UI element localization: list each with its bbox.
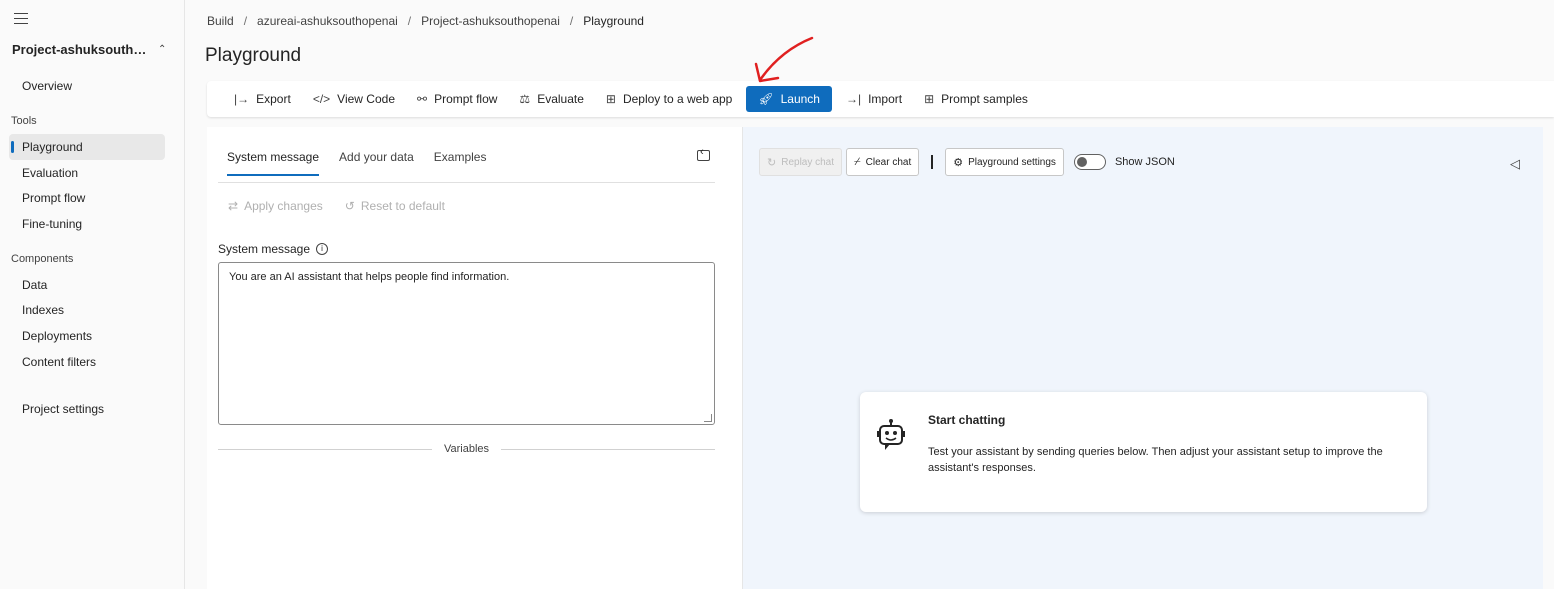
prompt-samples-button[interactable]: ⊞ Prompt samples [916,86,1036,112]
show-json-label: Show JSON [1114,156,1175,168]
setup-actions: ⇄ Apply changes ↺ Reset to default [228,199,467,213]
breadcrumb-hub[interactable]: azureai-ashuksouthopenai [257,14,398,28]
start-chatting-card: Start chatting Test your assistant by se… [860,392,1427,512]
system-message-label: System message i [218,242,329,256]
setup-tabs: System message Add your data Examples [227,150,506,176]
breadcrumb-build[interactable]: Build [207,14,234,28]
left-nav-sidebar: Project-ashuksouthop... ⌃ Overview Tools… [0,0,185,589]
resize-handle-icon[interactable] [704,414,712,422]
import-button[interactable]: →| Import [838,86,910,112]
apply-changes-button[interactable]: ⇄ Apply changes [228,199,323,213]
prompt-flow-button[interactable]: ⚯ Prompt flow [409,86,505,112]
chevron-up-down-icon: ⌃ [158,43,167,55]
system-message-text: You are an AI assistant that helps peopl… [229,271,510,283]
rocket-icon: 🚀︎ [758,92,774,106]
export-icon: |→ [234,92,250,106]
evaluate-button[interactable]: ⚖ Evaluate [511,86,591,112]
clear-chat-button[interactable]: ⌿ Clear chat [846,148,920,176]
collapse-panel-icon[interactable] [697,146,710,161]
nav-section-components: Components [11,253,74,265]
project-name: Project-ashuksouthop... [12,41,152,57]
robot-icon [877,419,905,450]
nav-item-project-settings[interactable]: Project settings [9,396,165,422]
nav-item-deployments[interactable]: Deployments [9,323,165,349]
breadcrumb: Build / azureai-ashuksouthopenai / Proje… [207,14,644,28]
replay-icon: ↻ [767,156,777,169]
assistant-setup-panel: System message Add your data Examples ⇄A… [207,127,743,589]
playground-settings-button[interactable]: ⚙ Playground settings [945,148,1064,176]
broom-icon: ⌿ [854,155,861,168]
hamburger-menu-icon[interactable] [14,13,28,25]
gear-icon: ⚙ [953,156,964,169]
chat-toolbar: ↻ Replay chat ⌿ Clear chat ⚙ Playground set… [759,148,1175,176]
reset-default-button[interactable]: ↺ Reset to default [345,199,445,213]
scale-icon: ⚖ [519,92,531,106]
app-grid-icon: ⊞ [605,92,616,106]
system-message-textarea[interactable]: You are an AI assistant that helps peopl… [218,262,715,425]
variables-divider: Variables [218,443,716,455]
nav-item-indexes[interactable]: Indexes [9,297,165,323]
reset-icon: ↺ [344,199,355,213]
page-title: Playground [205,45,302,66]
show-json-toggle[interactable] [1073,154,1106,170]
swap-icon: ⇄ [228,199,239,213]
playground-toolbar: |→ Export </> View Code ⚯ Prompt flow ⚖ Eval… [207,81,1554,117]
tab-add-your-data[interactable]: Add your data [339,150,414,176]
nav-item-evaluation[interactable]: Evaluation [9,160,165,186]
breadcrumb-project[interactable]: Project-ashuksouthopenai [421,14,560,28]
breadcrumb-separator: / [569,14,574,28]
nav-item-overview[interactable]: Overview [9,73,165,99]
code-icon: </> [312,92,331,106]
nav-section-tools: Tools [11,115,37,127]
annotation-arrow-icon [754,36,814,83]
view-code-button[interactable]: </> View Code [305,86,403,112]
flow-icon: ⚯ [417,92,428,106]
import-icon: →| [845,92,862,106]
info-icon[interactable]: i [316,243,329,255]
nav-item-playground[interactable]: Playground [9,134,165,160]
samples-grid-icon: ⊞ [924,92,935,106]
tab-divider [218,182,715,183]
breadcrumb-current: Playground [583,14,644,28]
chat-session-panel: ↻ Replay chat ⌿ Clear chat ⚙ Playground set… [743,127,1543,589]
breadcrumb-separator: / [407,14,412,28]
variables-label: Variables [443,443,490,455]
tab-system-message[interactable]: System message [227,150,320,176]
nav-item-data[interactable]: Data [9,272,165,298]
tab-examples[interactable]: Examples [434,150,487,176]
card-title: Start chatting [928,413,1006,427]
breadcrumb-separator: / [243,14,248,28]
nav-item-prompt-flow[interactable]: Prompt flow [9,185,165,211]
nav-item-fine-tuning[interactable]: Fine-tuning [9,211,165,237]
card-description: Test your assistant by sending queries b… [928,446,1383,474]
launch-button[interactable]: 🚀︎ Launch [746,86,832,112]
deploy-web-app-button[interactable]: ⊞ Deploy to a web app [598,86,740,112]
toolbar-divider [931,155,934,169]
export-button[interactable]: |→ Export [226,86,299,112]
replay-chat-button[interactable]: ↻ Replay chat [759,148,843,176]
nav-item-content-filters[interactable]: Content filters [9,349,165,375]
project-picker[interactable]: Project-ashuksouthop... ⌃ [12,40,172,58]
speaker-icon[interactable]: ◁ [1510,156,1520,172]
